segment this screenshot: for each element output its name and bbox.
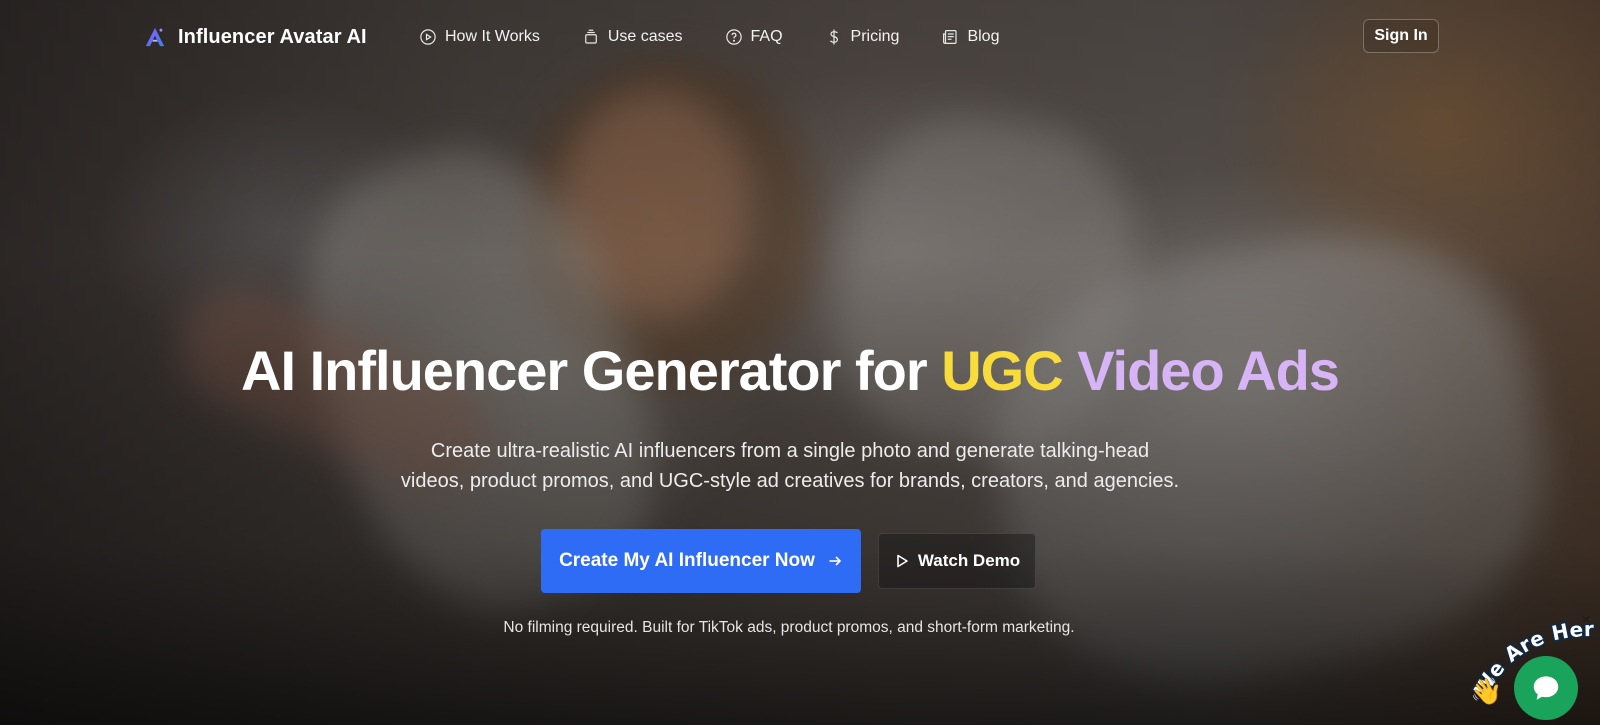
play-circle-icon <box>420 29 436 45</box>
watch-demo-label: Watch Demo <box>917 551 1021 570</box>
hero-subtitle: Create ultra-realistic AI influencers fr… <box>340 436 1240 496</box>
question-circle-icon <box>725 29 742 45</box>
sign-in-button[interactable]: Sign In <box>1363 19 1439 53</box>
hero-title: AI Influencer Generator for UGC Video Ad… <box>0 336 1580 406</box>
nav-item-how-it-works[interactable]: How It Works <box>419 28 540 46</box>
hero-title-highlight-ugc: UGC <box>941 339 1063 402</box>
open-chat-button[interactable] <box>1514 656 1578 720</box>
nav-item-pricing[interactable]: Pricing <box>825 28 900 46</box>
main-menu: How It Works Use cases FAQ Pricing Blog <box>419 26 999 48</box>
arrow-right-icon <box>829 556 842 566</box>
close-chat-icon[interactable]: × <box>1582 612 1590 626</box>
create-influencer-button[interactable]: Create My AI Influencer Now <box>541 529 861 593</box>
nav-item-label: Blog <box>967 28 1000 45</box>
hero-title-part1: AI Influencer Generator for <box>241 339 942 402</box>
nav-item-label: How It Works <box>445 28 540 45</box>
play-icon <box>897 554 908 568</box>
brand-link[interactable]: Influencer Avatar AI <box>144 24 367 50</box>
newspaper-icon <box>943 30 958 44</box>
stack-icon <box>584 29 597 44</box>
nav-item-label: Pricing <box>850 28 900 45</box>
nav-item-label: FAQ <box>750 28 783 45</box>
a-logo-icon <box>145 27 165 47</box>
nav-item-use-cases[interactable]: Use cases <box>582 28 683 46</box>
cta-row: Create My AI Influencer Now Watch Demo <box>0 529 1600 593</box>
nav-item-label: Use cases <box>607 28 683 45</box>
hero-subtitle-line: Create ultra-realistic AI influencers fr… <box>430 440 1150 462</box>
waving-hand-icon: 👋 <box>1470 676 1503 706</box>
chat-widget: We Are Here! 👋 × <box>1464 612 1600 725</box>
dollar-icon <box>829 29 838 45</box>
watch-demo-button[interactable]: Watch Demo <box>878 533 1036 589</box>
hero-subtitle-line: videos, product promos, and UGC-style ad… <box>400 470 1180 492</box>
create-influencer-label: Create My AI Influencer Now <box>559 550 815 571</box>
hero-note: No filming required. Built for TikTok ad… <box>503 619 1075 636</box>
chat-bubble-icon <box>1533 676 1559 700</box>
nav-item-faq[interactable]: FAQ <box>725 28 783 46</box>
top-navbar: Influencer Avatar AI How It Works Use ca… <box>0 0 1600 74</box>
brand-name: Influencer Avatar AI <box>178 25 367 48</box>
nav-item-blog[interactable]: Blog <box>941 28 999 46</box>
hero-title-highlight-video-ads: Video Ads <box>1062 339 1340 402</box>
